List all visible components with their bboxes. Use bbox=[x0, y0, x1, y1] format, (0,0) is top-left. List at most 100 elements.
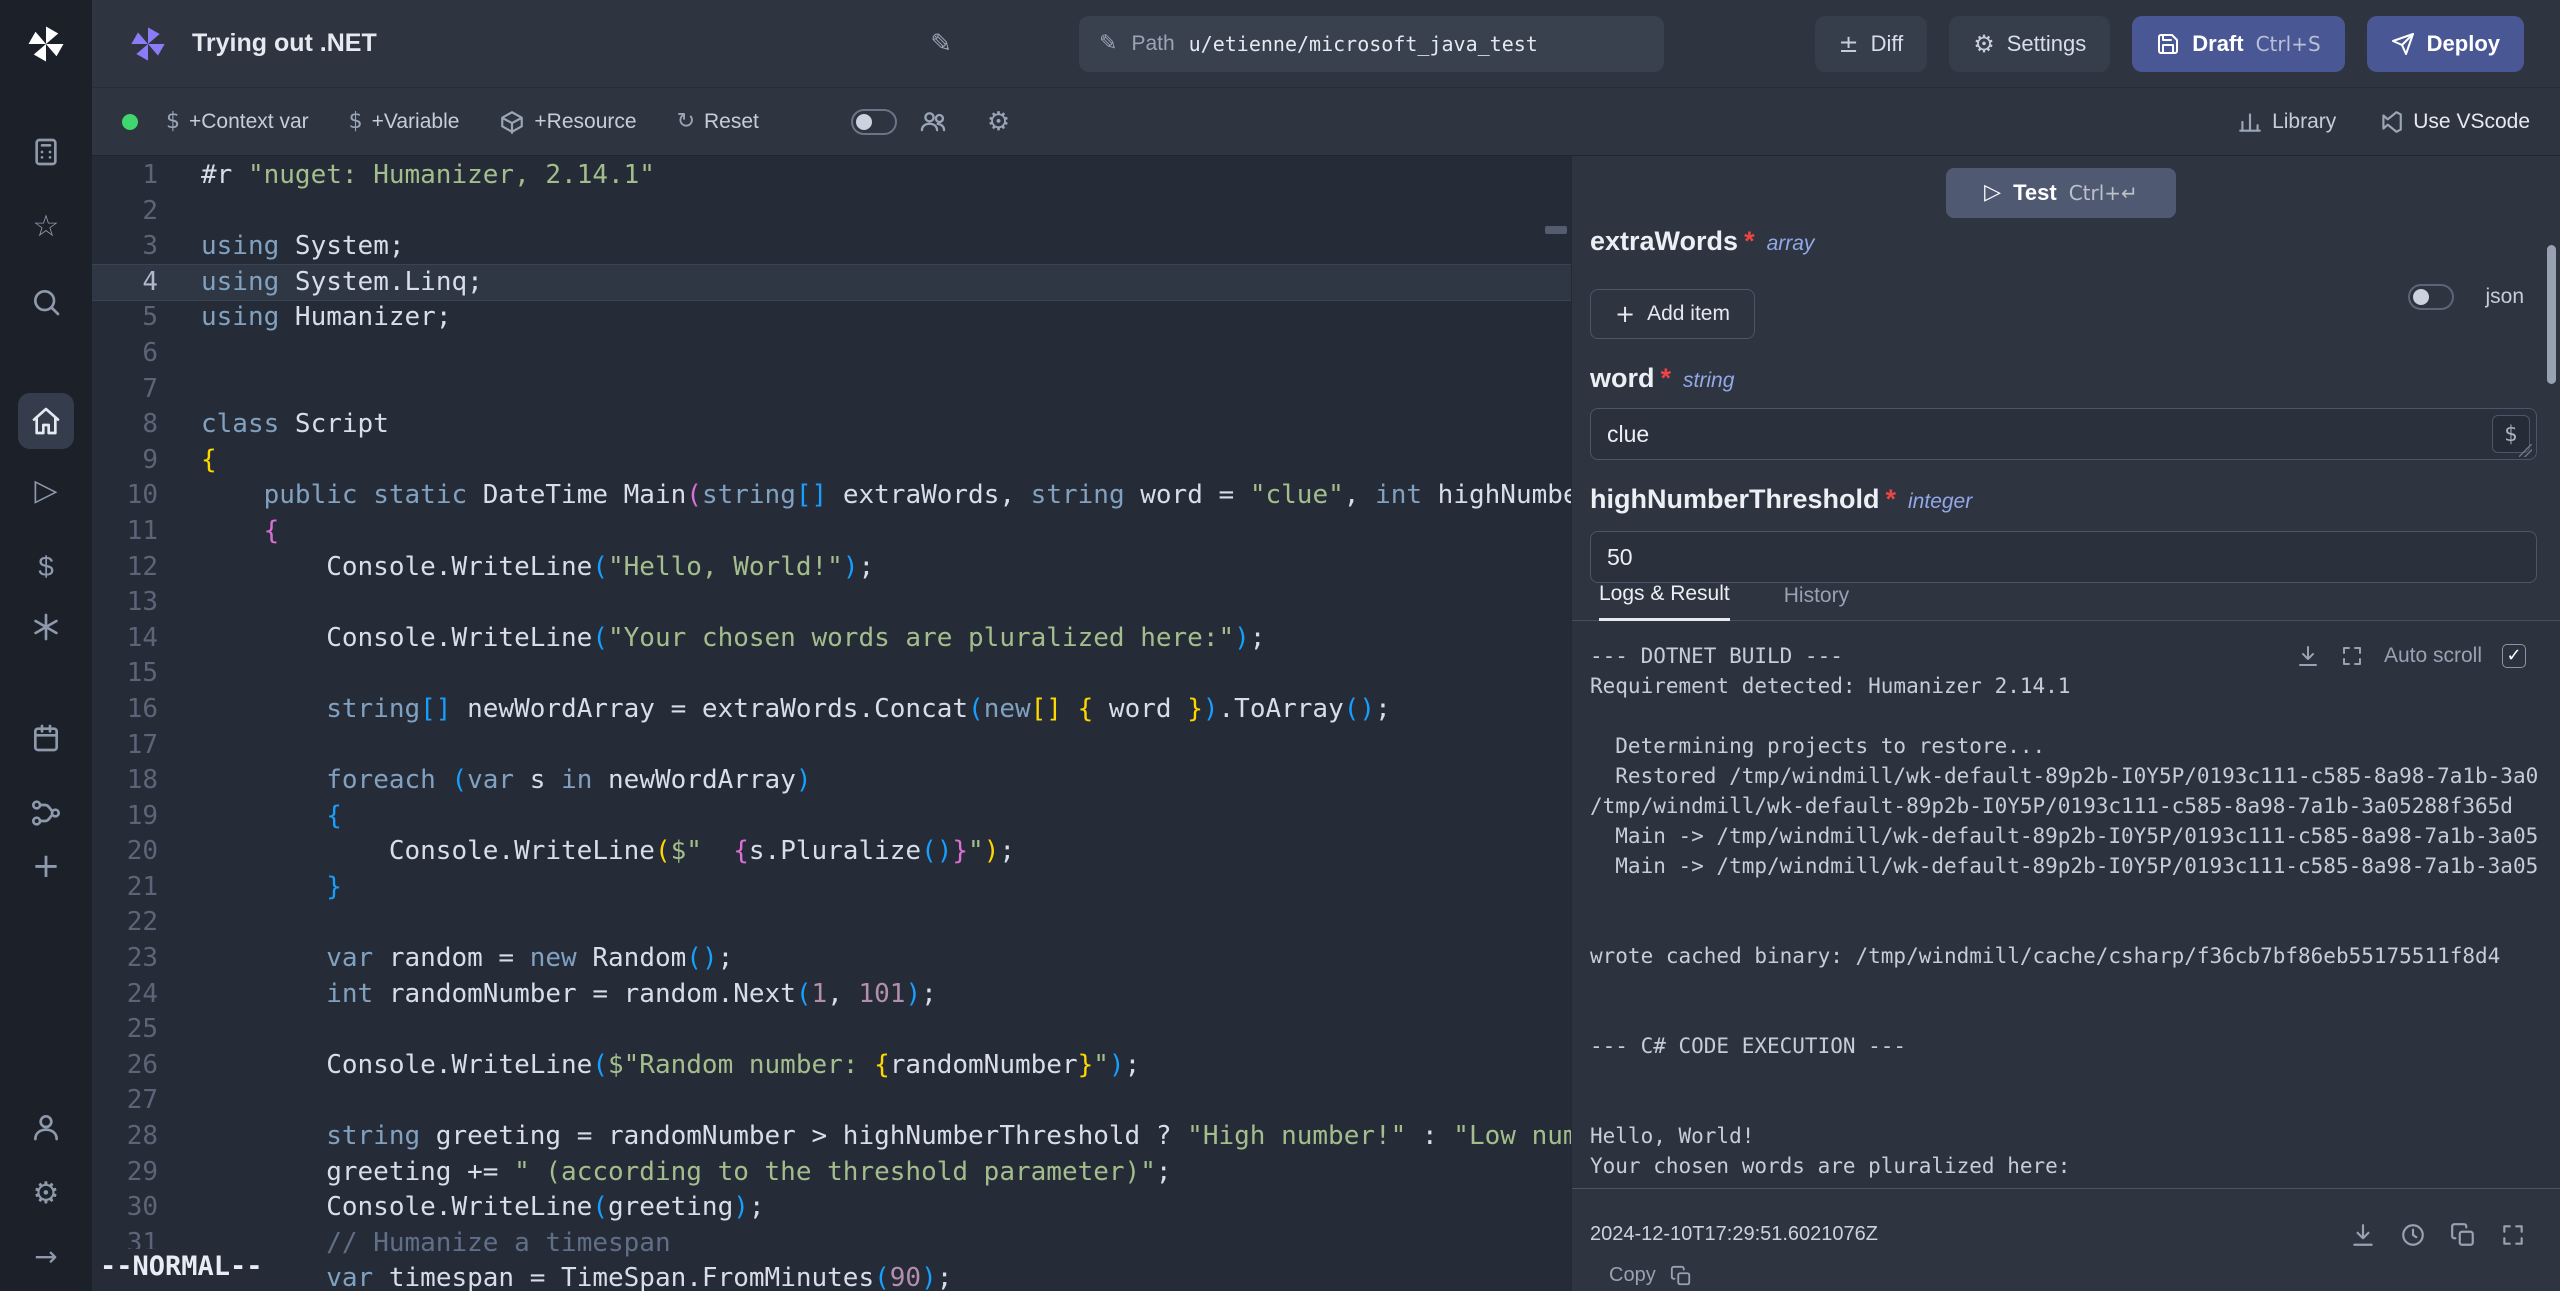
editor-scrollbar[interactable] bbox=[1545, 226, 1567, 234]
draft-button[interactable]: Draft Ctrl+S bbox=[2132, 16, 2344, 72]
tab-logs-result[interactable]: Logs & Result bbox=[1599, 582, 1730, 621]
check-icon: ✓ bbox=[2506, 647, 2521, 665]
log-output: --- DOTNET BUILD ---Requirement detected… bbox=[1590, 641, 2541, 1187]
asterisk-icon bbox=[30, 611, 62, 643]
path-value: u/etienne/microsoft_java_test bbox=[1189, 32, 1538, 56]
sidebar-item-home[interactable] bbox=[18, 393, 74, 449]
pencil-icon: ✎ bbox=[930, 29, 952, 59]
required-marker: * bbox=[1661, 363, 1672, 394]
copy-result-button[interactable]: Copy bbox=[1609, 1264, 1692, 1287]
save-icon bbox=[2156, 32, 2180, 56]
settings-button[interactable]: ⚙ Settings bbox=[1949, 16, 2110, 72]
panel-scrollbar[interactable] bbox=[2547, 245, 2556, 384]
path-pill[interactable]: ✎ Path u/etienne/microsoft_java_test bbox=[1079, 16, 1664, 72]
json-toggle[interactable] bbox=[2408, 284, 2454, 310]
required-marker: * bbox=[1886, 484, 1897, 515]
add-variable-button[interactable]: $ +Variable bbox=[349, 110, 460, 134]
deploy-icon bbox=[2391, 32, 2415, 56]
auto-scroll-checkbox[interactable]: ✓ bbox=[2502, 644, 2526, 668]
windmill-brand-icon bbox=[128, 24, 168, 64]
topbar-actions: ± Diff ⚙ Settings Draft Ctrl+S Deploy bbox=[1815, 16, 2524, 72]
vim-status: --NORMAL-- bbox=[98, 1249, 275, 1289]
resize-grip[interactable] bbox=[2519, 444, 2532, 457]
users-icon bbox=[919, 108, 947, 136]
sidebar-item-runs[interactable]: ▷ bbox=[18, 463, 74, 519]
download-icon[interactable] bbox=[2296, 644, 2320, 668]
library-icon bbox=[2237, 109, 2263, 135]
copy-icon[interactable] bbox=[2450, 1222, 2476, 1248]
sidebar-item-favorites[interactable]: ☆ bbox=[18, 199, 74, 255]
sidebar-item-account[interactable] bbox=[18, 1099, 74, 1155]
vscode-icon bbox=[2378, 109, 2404, 135]
required-marker: * bbox=[1744, 226, 1755, 257]
field-type: array bbox=[1767, 232, 1815, 256]
add-context-var-button[interactable]: $ +Context var bbox=[166, 110, 309, 134]
test-button[interactable]: ▷ Test Ctrl+↵ bbox=[1946, 168, 2176, 218]
sidebar-item-expand[interactable]: → bbox=[18, 1229, 74, 1285]
script-title-box: Trying out .NET ✎ bbox=[192, 29, 952, 58]
calendar-icon bbox=[30, 722, 62, 754]
calculator-icon bbox=[30, 136, 62, 168]
sidebar-item-settings[interactable]: ⚙ bbox=[18, 1166, 74, 1222]
result-tabs: Logs & Result History bbox=[1572, 576, 2560, 621]
toggle-knob bbox=[2413, 289, 2429, 305]
sidebar-item-schedules[interactable] bbox=[18, 710, 74, 766]
sidebar-item-variables[interactable]: $ bbox=[18, 539, 74, 595]
copy-icon bbox=[1670, 1265, 1692, 1287]
sidebar-item-search[interactable] bbox=[18, 274, 74, 330]
result-timestamp: 2024-12-10T17:29:51.6021076Z bbox=[1590, 1216, 1878, 1252]
run-panel: ▷ Test Ctrl+↵ extraWords * array + Add i… bbox=[1571, 156, 2560, 1291]
editor-settings-button[interactable]: ⚙ bbox=[987, 109, 1010, 135]
field-label-extrawords: extraWords * array bbox=[1590, 226, 1814, 257]
sidebar-item-resources[interactable] bbox=[18, 599, 74, 655]
multiplayer-toggle[interactable] bbox=[851, 109, 897, 135]
windmill-logo[interactable] bbox=[0, 12, 92, 76]
dollar-icon: $ bbox=[166, 111, 180, 133]
download-icon[interactable] bbox=[2350, 1222, 2376, 1248]
add-resource-button[interactable]: +Resource bbox=[499, 109, 636, 135]
field-type: string bbox=[1683, 369, 1734, 393]
log-controls: Auto scroll ✓ bbox=[2296, 641, 2526, 671]
clock-icon[interactable] bbox=[2400, 1222, 2426, 1248]
path-label: Path bbox=[1131, 32, 1174, 56]
dollar-icon: $ bbox=[38, 551, 54, 583]
play-icon: ▷ bbox=[34, 476, 57, 506]
add-item-button[interactable]: + Add item bbox=[1590, 289, 1755, 339]
field-label-word: word * string bbox=[1590, 363, 1734, 394]
fullscreen-icon[interactable] bbox=[2340, 644, 2364, 668]
dollar-icon: $ bbox=[2504, 424, 2517, 445]
toolbar-right: Library Use VScode bbox=[2237, 109, 2530, 135]
json-toggle-label: json bbox=[2485, 284, 2524, 310]
word-input[interactable] bbox=[1590, 408, 2537, 460]
gear-icon: ⚙ bbox=[33, 1179, 60, 1209]
reset-button[interactable]: ↻ Reset bbox=[677, 110, 759, 134]
fullscreen-icon[interactable] bbox=[2500, 1222, 2526, 1248]
draft-shortcut: Ctrl+S bbox=[2256, 32, 2321, 56]
sidebar-item-add[interactable]: + bbox=[18, 838, 74, 894]
edit-title-button[interactable]: ✎ bbox=[930, 31, 952, 57]
result-divider bbox=[1572, 1188, 2560, 1189]
diff-icon: ± bbox=[1839, 32, 1859, 56]
arrow-right-icon: → bbox=[34, 1243, 57, 1271]
toggle-knob bbox=[856, 114, 872, 130]
topbar: Trying out .NET ✎ ✎ Path u/etienne/micro… bbox=[92, 0, 2560, 88]
tab-history[interactable]: History bbox=[1784, 584, 1849, 620]
editor-code[interactable]: #r "nuget: Humanizer, 2.14.1"using Syste… bbox=[201, 158, 1571, 1291]
use-vscode-button[interactable]: Use VScode bbox=[2378, 109, 2530, 135]
multiplayer-users-button[interactable] bbox=[919, 108, 947, 136]
home-icon bbox=[30, 405, 62, 437]
editor-toolbar: $ +Context var $ +Variable +Resource ↻ R… bbox=[92, 88, 2560, 156]
page-title: Trying out .NET bbox=[192, 29, 377, 58]
sidebar-item-grid[interactable] bbox=[18, 124, 74, 180]
diff-button[interactable]: ± Diff bbox=[1815, 16, 1928, 72]
library-button[interactable]: Library bbox=[2237, 109, 2336, 135]
user-icon bbox=[30, 1111, 62, 1143]
plus-icon: + bbox=[32, 849, 61, 883]
deploy-button[interactable]: Deploy bbox=[2367, 16, 2524, 72]
plus-icon: + bbox=[1615, 302, 1635, 326]
code-editor[interactable]: 1234567891011121314151617181920212223242… bbox=[92, 156, 1571, 1291]
sidebar-item-flows[interactable] bbox=[18, 785, 74, 841]
play-icon: ▷ bbox=[1984, 182, 2001, 204]
test-shortcut: Ctrl+↵ bbox=[2069, 181, 2138, 205]
search-icon bbox=[30, 286, 62, 318]
